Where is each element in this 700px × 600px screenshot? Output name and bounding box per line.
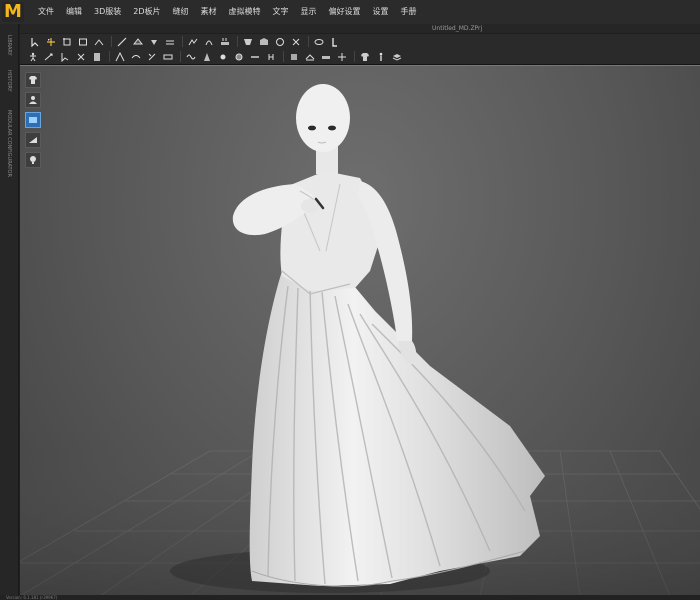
sew-icon[interactable] — [90, 51, 103, 63]
pleat-icon[interactable] — [264, 51, 277, 63]
menu-manual[interactable]: 手册 — [395, 0, 423, 24]
select-mesh-icon[interactable] — [60, 36, 73, 48]
3d-viewport[interactable] — [20, 65, 700, 596]
logo-letter: M — [4, 1, 22, 22]
avatar-view-icon[interactable] — [25, 92, 41, 108]
toolbar-separator — [180, 51, 181, 62]
avatar-walk-icon[interactable] — [26, 51, 39, 63]
edit-box-icon[interactable] — [76, 36, 89, 48]
mesh-view-icon[interactable] — [25, 132, 41, 148]
fold-arrange-icon[interactable] — [113, 51, 126, 63]
line-tool-icon[interactable] — [248, 51, 261, 63]
texture-view-icon[interactable] — [25, 112, 41, 128]
menu-materials[interactable]: 素材 — [195, 0, 223, 24]
simulate-icon[interactable] — [42, 51, 55, 63]
toolbar-separator — [308, 36, 309, 47]
select-icon[interactable] — [58, 51, 71, 63]
menu-text[interactable]: 文字 — [267, 0, 295, 24]
steam-icon[interactable] — [218, 36, 231, 48]
dart-icon[interactable] — [200, 51, 213, 63]
light-icon[interactable] — [25, 152, 41, 168]
tape-icon[interactable] — [312, 36, 325, 48]
stack-icon[interactable] — [390, 51, 403, 63]
tack-icon[interactable] — [131, 36, 144, 48]
toolbar-separator — [354, 51, 355, 62]
avatar-pose-icon[interactable] — [374, 51, 387, 63]
menu-2d-pattern[interactable]: 2D板片 — [127, 0, 166, 24]
menu-file[interactable]: 文件 — [32, 0, 60, 24]
left-panel-strip: LIBRARY HISTORY MODULAR CONFIGURATOR — [0, 24, 19, 600]
history-tab[interactable]: HISTORY — [0, 68, 18, 94]
modular-configurator-tab[interactable]: MODULAR CONFIGURATOR — [0, 104, 18, 182]
menu-preferences[interactable]: 偏好设置 — [323, 0, 367, 24]
toolbar-separator — [283, 51, 284, 62]
align-icon[interactable] — [335, 51, 348, 63]
line-sew-icon[interactable] — [161, 51, 174, 63]
flatten-icon[interactable] — [163, 36, 176, 48]
puckering-icon[interactable] — [186, 36, 199, 48]
fabric-icon[interactable] — [257, 36, 270, 48]
flat-icon[interactable] — [319, 51, 332, 63]
fold-icon[interactable] — [92, 36, 105, 48]
toolbar-separator — [109, 51, 110, 62]
viewport-toolbar — [25, 72, 41, 168]
cut-icon[interactable] — [74, 51, 87, 63]
menu-settings[interactable]: 设置 — [367, 0, 395, 24]
edit-sewing-icon[interactable] — [145, 51, 158, 63]
menu-items: 文件 编辑 3D服装 2D板片 缝纫 素材 虚拟模特 文字 显示 偏好设置 设置… — [32, 0, 423, 24]
library-tab[interactable]: LIBRARY — [0, 30, 18, 60]
button-icon[interactable] — [273, 36, 286, 48]
toolbar-separator — [182, 36, 183, 47]
app-logo[interactable]: M — [2, 2, 24, 22]
avatar-head[interactable] — [296, 84, 350, 152]
bend-icon[interactable] — [202, 36, 215, 48]
select-move-icon[interactable] — [44, 36, 57, 48]
status-text: Version: 6.1.181 (r39967) — [6, 595, 58, 600]
toolbar-separator — [111, 36, 112, 47]
line-icon[interactable] — [115, 36, 128, 48]
sleeve-icon[interactable] — [303, 51, 316, 63]
garment-fit-icon[interactable] — [129, 51, 142, 63]
free-sew-icon[interactable] — [184, 51, 197, 63]
toolbar-row-2 — [20, 49, 700, 65]
zipper-icon[interactable] — [289, 36, 302, 48]
status-bar: Version: 6.1.181 (r39967) — [0, 595, 700, 600]
seam-icon[interactable] — [287, 51, 300, 63]
3d-scene[interactable] — [20, 66, 700, 596]
toolbar-separator — [237, 36, 238, 47]
document-title: Untitled_MD.ZPrj — [432, 25, 483, 32]
menu-edit[interactable]: 编辑 — [60, 0, 88, 24]
toolbar-row-1 — [20, 34, 700, 49]
pin-icon[interactable] — [147, 36, 160, 48]
menu-3d-garment[interactable]: 3D服装 — [88, 0, 127, 24]
transform-pattern-icon[interactable] — [28, 36, 41, 48]
shirt-icon[interactable] — [358, 51, 371, 63]
measure-icon[interactable] — [328, 36, 341, 48]
circle-point-icon[interactable] — [232, 51, 245, 63]
menu-display[interactable]: 显示 — [295, 0, 323, 24]
point-icon[interactable] — [216, 51, 229, 63]
menu-sewing[interactable]: 缝纫 — [167, 0, 195, 24]
menu-avatar[interactable]: 虚拟模特 — [223, 0, 267, 24]
menu-bar: M 文件 编辑 3D服装 2D板片 缝纫 素材 虚拟模特 文字 显示 偏好设置 … — [0, 0, 700, 25]
shape-icon[interactable] — [241, 36, 254, 48]
garment-view-icon[interactable] — [25, 72, 41, 88]
document-title-bar: Untitled_MD.ZPrj — [20, 24, 700, 33]
